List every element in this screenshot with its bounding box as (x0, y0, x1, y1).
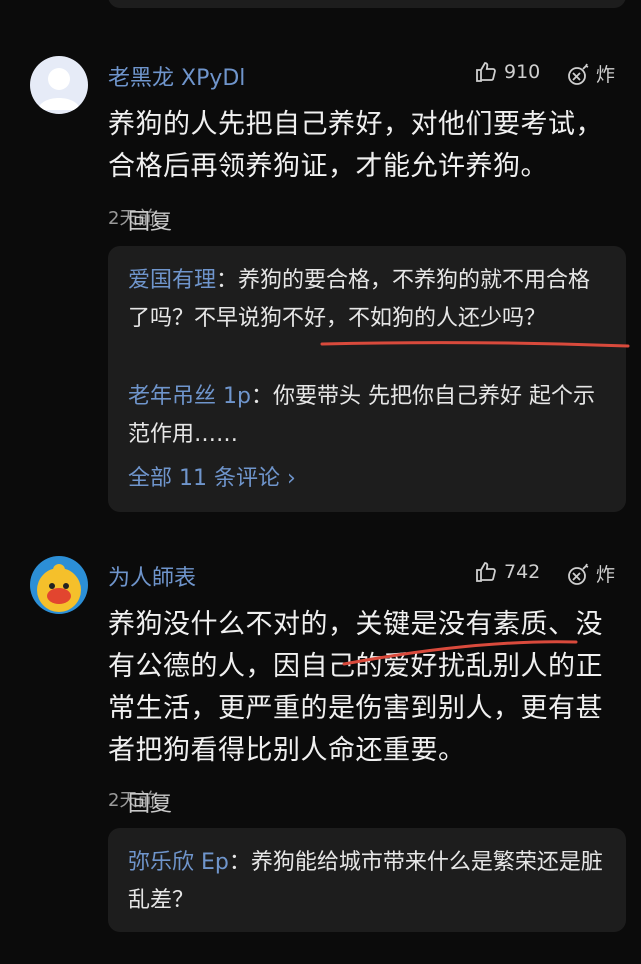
comment-text: 养狗没什么不对的，关键是没有素质、没有公德的人，因自己的爱好扰乱别人的正常生活，… (108, 609, 603, 766)
previous-reply-box (108, 0, 626, 8)
reply-author[interactable]: 爱国有理 (128, 268, 216, 293)
reply-button[interactable]: 回复 (128, 786, 608, 824)
thumbs-up-icon (476, 62, 496, 82)
thumbs-up-icon (476, 562, 496, 582)
bomb-icon (568, 63, 589, 85)
comment-meta: 2天前 · 回复 (108, 204, 172, 235)
bomb-label: 炸 (596, 564, 616, 586)
like-count: 910 (504, 61, 541, 83)
replies-box: 爱国有理：养狗的要合格，不养狗的就不用合格了吗？不早说狗不好，不如狗的人还少吗？… (108, 246, 626, 512)
reply-item[interactable]: 爱国有理：养狗的要合格，不养狗的就不用合格了吗？不早说狗不好，不如狗的人还少吗？ (128, 262, 608, 338)
bomb-button[interactable]: 炸 (566, 560, 615, 587)
reply-author[interactable]: 弥乐欣 Ep (128, 850, 229, 875)
username[interactable]: 为人師表 (108, 560, 196, 592)
comment-meta: 2天前 · 回复 (108, 786, 172, 817)
avatar[interactable] (30, 56, 88, 114)
comment-text: 养狗的人先把自己养好，对他们要考试，合格后再领养狗证，才能允许养狗。 (108, 109, 603, 182)
reply-item[interactable]: 老年吊丝 1p：你要带头 先把你自己养好 起个示范作用…… (128, 378, 608, 454)
bomb-button[interactable]: 炸 (566, 60, 615, 87)
avatar[interactable] (30, 556, 88, 614)
reply-item[interactable]: 弥乐欣 Ep：养狗能给城市带来什么是繁荣还是脏乱差？ (128, 844, 608, 920)
like-button[interactable]: 910 (474, 60, 540, 84)
see-all-replies-link[interactable]: 全部 11 条评论 › (128, 460, 296, 492)
replies-box: 弥乐欣 Ep：养狗能给城市带来什么是繁荣还是脏乱差？ (108, 828, 626, 932)
username[interactable]: 老黑龙 XPyDl (108, 60, 245, 92)
like-count: 742 (504, 561, 541, 583)
bomb-icon (568, 563, 589, 585)
reply-author[interactable]: 老年吊丝 1p (128, 384, 251, 409)
bomb-label: 炸 (596, 64, 616, 86)
reply-button[interactable]: 回复 (128, 204, 608, 242)
like-button[interactable]: 742 (474, 560, 540, 584)
